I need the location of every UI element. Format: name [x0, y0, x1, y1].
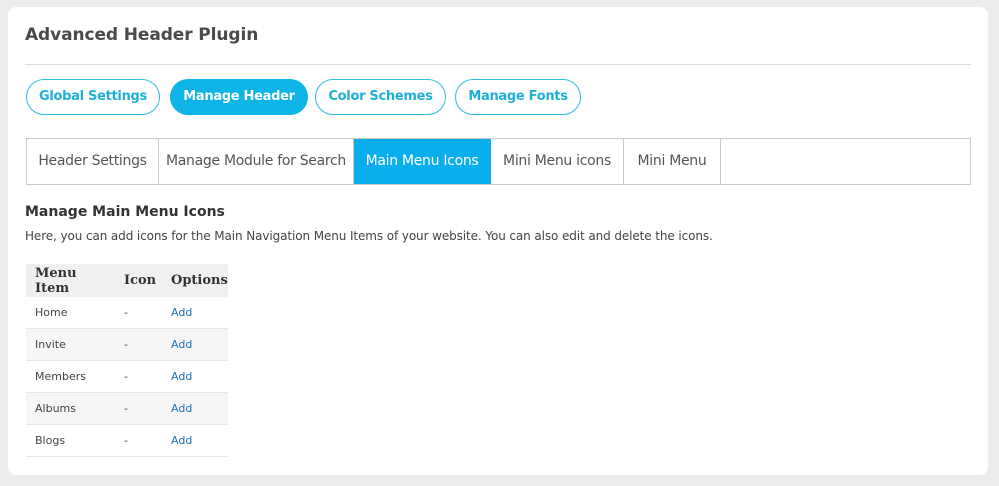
menu-item-icon: -	[115, 360, 162, 393]
menu-icons-table: Menu Item Icon Options Home - Add Invite…	[26, 264, 228, 457]
section-description: Here, you can add icons for the Main Nav…	[25, 229, 713, 243]
table-row: Invite - Add	[26, 328, 228, 361]
pill-manage-fonts[interactable]: Manage Fonts	[455, 79, 581, 115]
tab-manage-module-for-search[interactable]: Manage Module for Search	[159, 139, 354, 184]
column-header-icon: Icon	[115, 264, 162, 297]
title-divider	[25, 64, 971, 65]
tab-main-menu-icons[interactable]: Main Menu Icons	[354, 139, 491, 184]
tab-mini-menu-icons[interactable]: Mini Menu icons	[491, 139, 624, 184]
sub-tabs: Header Settings Manage Module for Search…	[26, 138, 971, 185]
page-title: Advanced Header Plugin	[25, 25, 259, 45]
menu-item-name: Blogs	[26, 424, 115, 457]
menu-item-icon: -	[115, 392, 162, 425]
table-row: Blogs - Add	[26, 424, 228, 457]
menu-item-name: Albums	[26, 392, 115, 425]
column-header-options: Options	[162, 264, 228, 297]
menu-item-icon: -	[115, 328, 162, 361]
column-header-menu-item: Menu Item	[26, 264, 115, 297]
tab-header-settings[interactable]: Header Settings	[27, 139, 159, 184]
table-row: Albums - Add	[26, 392, 228, 425]
table-row: Members - Add	[26, 360, 228, 393]
add-icon-link[interactable]: Add	[171, 306, 192, 319]
pill-color-schemes[interactable]: Color Schemes	[315, 79, 446, 115]
menu-item-icon: -	[115, 424, 162, 457]
pill-manage-header[interactable]: Manage Header	[170, 79, 308, 115]
table-header-row: Menu Item Icon Options	[26, 264, 228, 297]
add-icon-link[interactable]: Add	[171, 402, 192, 415]
add-icon-link[interactable]: Add	[171, 434, 192, 447]
menu-item-name: Home	[26, 297, 115, 329]
tab-mini-menu[interactable]: Mini Menu	[624, 139, 721, 184]
add-icon-link[interactable]: Add	[171, 338, 192, 351]
add-icon-link[interactable]: Add	[171, 370, 192, 383]
menu-item-name: Members	[26, 360, 115, 393]
table-row: Home - Add	[26, 297, 228, 329]
pill-global-settings[interactable]: Global Settings	[26, 79, 160, 115]
main-card: Advanced Header Plugin Global Settings M…	[8, 7, 988, 475]
menu-item-name: Invite	[26, 328, 115, 361]
menu-item-icon: -	[115, 297, 162, 329]
section-title: Manage Main Menu Icons	[25, 204, 225, 220]
